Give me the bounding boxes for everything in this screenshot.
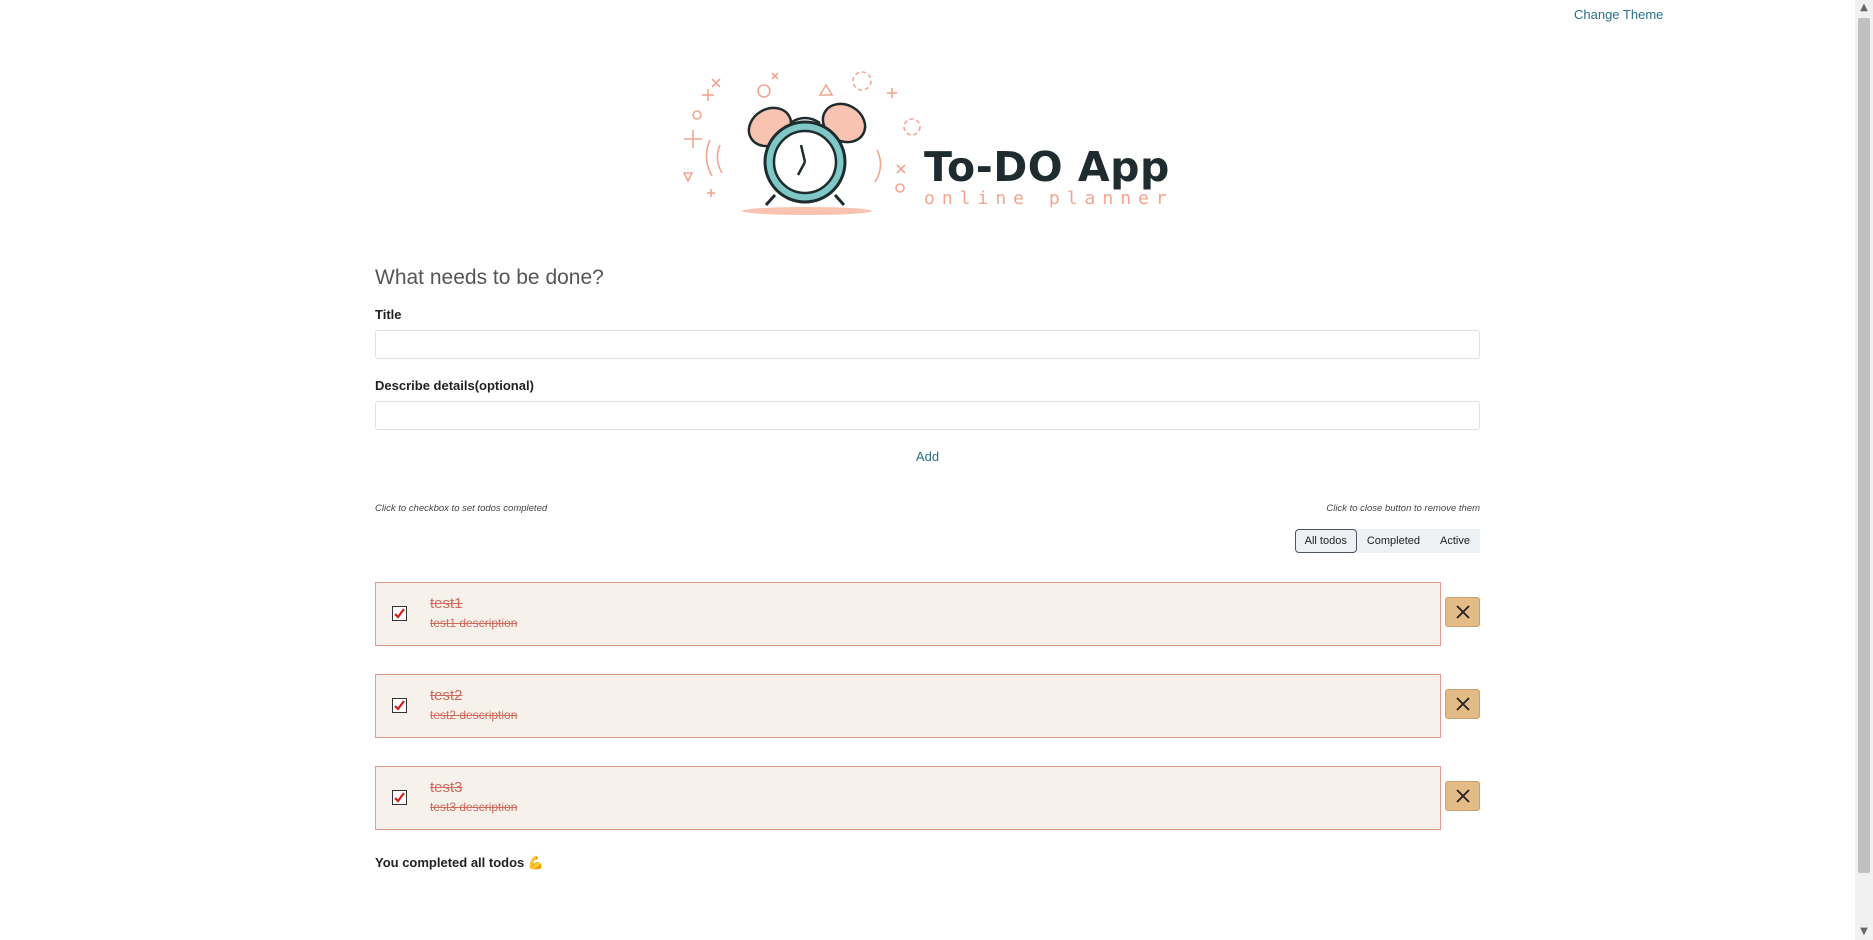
todo-item: test2 test2 description bbox=[375, 674, 1480, 738]
completion-text: You completed all todos bbox=[375, 855, 525, 870]
todo-title: test2 bbox=[430, 687, 463, 704]
scroll-up-arrow-icon[interactable]: ▲ bbox=[1855, 0, 1873, 16]
scrollbar[interactable]: ▲ ▼ bbox=[1855, 0, 1873, 940]
app-logo: To-DO App online planner bbox=[672, 65, 1192, 215]
todo-description: test3 description bbox=[430, 800, 518, 814]
close-icon bbox=[1455, 697, 1470, 711]
filter-completed[interactable]: Completed bbox=[1356, 529, 1431, 553]
todo-description: test1 description bbox=[430, 616, 518, 630]
todo-title: test1 bbox=[430, 595, 463, 612]
form-heading: What needs to be done? bbox=[375, 266, 604, 289]
todo-checkbox[interactable] bbox=[392, 698, 407, 713]
details-input[interactable] bbox=[375, 401, 1480, 430]
todo-description: test2 description bbox=[430, 708, 518, 722]
change-theme-link[interactable]: Change Theme bbox=[1574, 7, 1663, 22]
add-todo-form: What needs to be done? Title Describe de… bbox=[375, 266, 1480, 465]
todo-title: test3 bbox=[430, 779, 463, 796]
todo-item: test1 test1 description bbox=[375, 582, 1480, 646]
title-input[interactable] bbox=[375, 330, 1480, 359]
todo-checkbox[interactable] bbox=[392, 790, 407, 805]
flexed-biceps-icon: 💪 bbox=[527, 856, 545, 871]
scroll-down-arrow-icon[interactable]: ▼ bbox=[1855, 924, 1873, 940]
alarm-clock-logo bbox=[682, 71, 921, 215]
todo-item: test3 test3 description bbox=[375, 766, 1480, 830]
todo-card: test2 test2 description bbox=[375, 674, 1441, 738]
details-label: Describe details(optional) bbox=[375, 378, 534, 393]
remove-todo-button[interactable] bbox=[1445, 689, 1480, 719]
completion-message: You completed all todos 💪 bbox=[375, 855, 544, 871]
filter-active[interactable]: Active bbox=[1430, 529, 1480, 553]
remove-hint: Click to close button to remove them bbox=[1326, 503, 1480, 514]
checkbox-hint: Click to checkbox to set todos completed bbox=[375, 503, 548, 514]
todo-card: test1 test1 description bbox=[375, 582, 1441, 646]
close-icon bbox=[1455, 789, 1470, 803]
checkmark-icon bbox=[394, 608, 405, 619]
filter-all-todos[interactable]: All todos bbox=[1294, 529, 1357, 553]
logo-title: To-DO App bbox=[924, 143, 1170, 191]
remove-todo-button[interactable] bbox=[1445, 597, 1480, 627]
checkmark-icon bbox=[394, 700, 405, 711]
todo-checkbox[interactable] bbox=[392, 606, 407, 621]
close-icon bbox=[1455, 605, 1470, 619]
todo-card: test3 test3 description bbox=[375, 766, 1441, 830]
add-button[interactable]: Add bbox=[910, 448, 945, 465]
remove-todo-button[interactable] bbox=[1445, 781, 1480, 811]
title-label: Title bbox=[375, 307, 402, 322]
checkmark-icon bbox=[394, 792, 405, 803]
filter-group: All todos Completed Active bbox=[1294, 529, 1480, 553]
logo-subtitle: online planner bbox=[924, 188, 1174, 209]
scrollbar-thumb[interactable] bbox=[1858, 18, 1870, 873]
